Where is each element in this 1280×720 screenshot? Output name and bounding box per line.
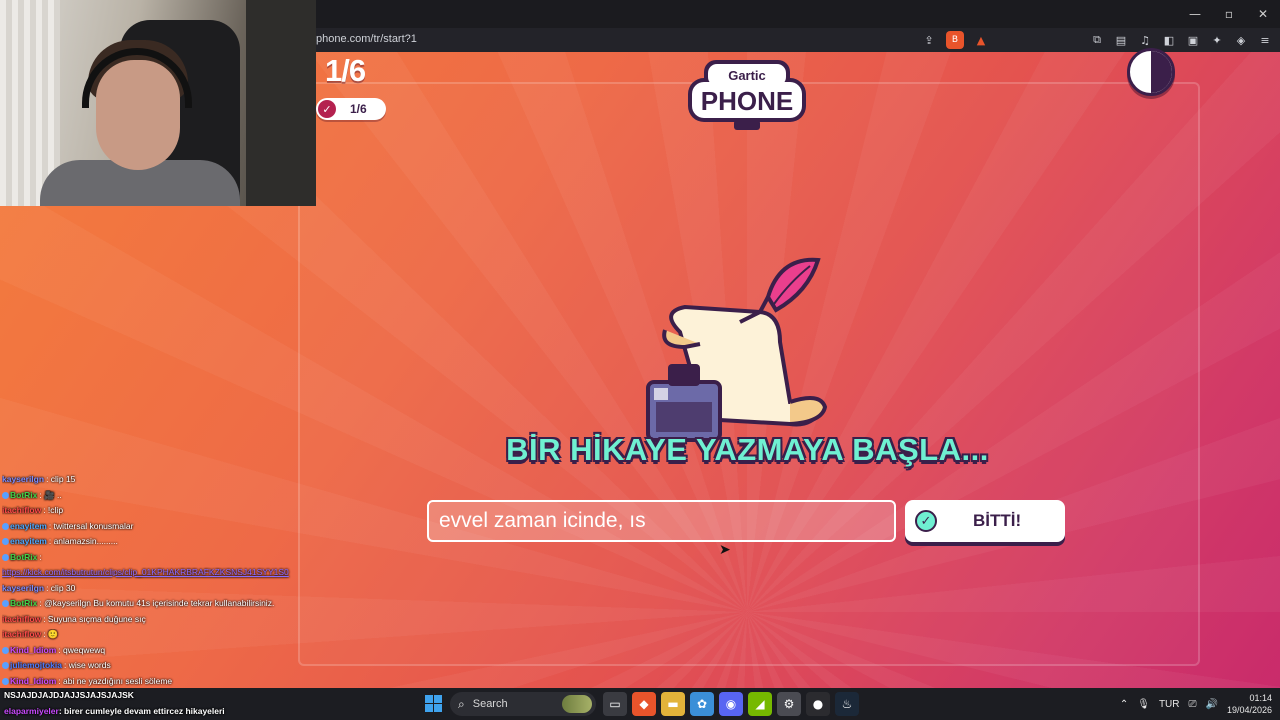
search-icon: ⌕ xyxy=(458,696,465,711)
chat-message: kayserilgn: clip 15 xyxy=(2,474,76,484)
microphone-icon[interactable]: 🎙 xyxy=(1137,699,1150,710)
obs-icon[interactable]: ● xyxy=(806,692,830,716)
sidebar-icon[interactable]: ◧ xyxy=(1160,31,1178,49)
steam-icon[interactable]: ♨ xyxy=(835,692,859,716)
instruction-heading: BİR HİKAYE YAZMAYA BAŞLA... xyxy=(506,432,989,467)
clock-time: 01:14 xyxy=(1249,693,1272,703)
nvidia-icon[interactable]: ◢ xyxy=(748,692,772,716)
menu-icon[interactable]: ≡ xyxy=(1256,31,1274,49)
mouse-cursor-icon: ➤ xyxy=(719,542,731,558)
clock-date: 19/04/2026 xyxy=(1226,705,1272,715)
reader-icon[interactable]: ▤ xyxy=(1112,31,1130,49)
chat-message: juliemojtokia: wise words xyxy=(2,660,302,676)
extensions-icon[interactable]: ⧉ xyxy=(1088,31,1106,49)
brave-browser-icon[interactable]: ◆ xyxy=(632,692,656,716)
media-icon[interactable]: ♫ xyxy=(1136,31,1154,49)
ink-and-scroll-illustration xyxy=(646,257,828,442)
chat-message: BotRix: 🎥 .. xyxy=(2,490,302,506)
chat-message: itachiflow: 🙂 xyxy=(2,629,59,639)
round-counter: 1/6 xyxy=(325,53,366,88)
file-explorer-icon[interactable]: ▬ xyxy=(661,692,685,716)
chat-message: https://kick.com/itsbutrutun/clips/clip_… xyxy=(2,567,289,577)
check-icon: ✓ xyxy=(318,100,336,118)
volume-toggle-button[interactable] xyxy=(1127,48,1175,96)
url-text[interactable]: phone.com/tr/start?1 xyxy=(316,33,417,45)
vpn-icon[interactable]: ◈ xyxy=(1232,31,1250,49)
restore-icon[interactable]: ▫ xyxy=(1212,0,1246,28)
gartic-phone-logo: Gartic PHONE xyxy=(688,60,806,130)
taskbar-search[interactable]: ⌕ Search xyxy=(450,692,596,716)
chat-message: BotRix: xyxy=(2,552,302,568)
settings-icon[interactable]: ⚙ xyxy=(777,692,801,716)
check-icon: ✓ xyxy=(915,510,937,532)
chat-message: enayitem: twittersal konusmalar xyxy=(2,521,302,537)
done-button-label: BİTTİ! xyxy=(973,511,1022,530)
rewards-icon[interactable]: ▲ xyxy=(972,31,990,49)
done-button[interactable]: ✓ BİTTİ! xyxy=(905,500,1065,542)
chat-message: enayitem: anlamazsin......... xyxy=(2,536,302,552)
players-done-pill: ✓ 1/6 xyxy=(316,98,386,120)
leo-icon[interactable]: ✦ xyxy=(1208,31,1226,49)
close-icon[interactable]: ✕ xyxy=(1246,0,1280,28)
windows-taskbar: ⌕ Search ▭ ◆ ▬ ✿ ◉ ◢ ⚙ ● ♨ ⌃ 🎙 TUR ⎚ 🔊 0… xyxy=(0,688,1280,720)
logo-top-text: Gartic xyxy=(728,68,766,83)
app-icon-settings-gear[interactable]: ✿ xyxy=(690,692,714,716)
volume-half-icon xyxy=(1151,51,1172,93)
taskbar-search-placeholder: Search xyxy=(472,698,508,710)
start-button[interactable] xyxy=(425,695,442,712)
wallet-icon[interactable]: ▣ xyxy=(1184,31,1202,49)
chat-message: kayserilgn: clip 30 xyxy=(2,582,76,593)
task-view-icon[interactable]: ▭ xyxy=(603,692,627,716)
story-input[interactable] xyxy=(427,500,896,542)
chat-message: itachiflow: Suyuna sıçma duğune sıç xyxy=(2,613,146,624)
players-done-count: 1/6 xyxy=(350,102,367,116)
stream-chat: kayserilgn: clip 15 BotRix: 🎥 .. itachif… xyxy=(2,474,302,691)
language-indicator[interactable]: TUR xyxy=(1159,699,1180,710)
search-highlight-icon xyxy=(562,695,592,713)
window-controls: — ▫ ✕ xyxy=(1178,0,1280,28)
volume-icon[interactable]: 🔊 xyxy=(1206,699,1218,710)
chat-message: itachiflow: !clip xyxy=(2,505,64,515)
share-icon[interactable]: ⇪ xyxy=(920,31,938,49)
system-tray: ⌃ 🎙 TUR ⎚ 🔊 01:14 19/04/2026 xyxy=(1120,688,1272,720)
webcam-overlay xyxy=(0,0,316,206)
clock[interactable]: 01:14 19/04/2026 xyxy=(1227,692,1272,716)
network-icon[interactable]: ⎚ xyxy=(1189,699,1197,710)
chat-message: BotRix: @kayserilgn Bu komutu 41s içeris… xyxy=(2,598,302,614)
minimize-icon[interactable]: — xyxy=(1178,0,1212,28)
brave-shield-icon[interactable]: B xyxy=(946,31,964,49)
discord-icon[interactable]: ◉ xyxy=(719,692,743,716)
chevron-up-icon[interactable]: ⌃ xyxy=(1120,699,1128,710)
logo-bottom-text: PHONE xyxy=(701,86,793,116)
chat-message: Kind_Idiom: qweqwewq xyxy=(2,645,302,661)
